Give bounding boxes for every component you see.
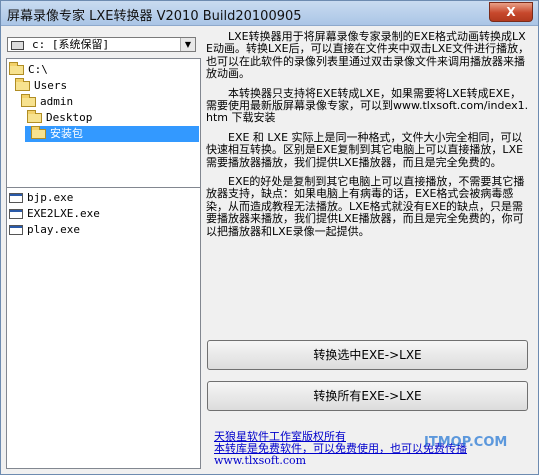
info-paragraph: EXE的好处是复制到其它电脑上可以直接播放，不需要其它播放器支持，缺点：如果电脑…	[206, 175, 525, 238]
drive-icon	[11, 41, 24, 50]
folder-tree[interactable]: C:\ Users admin Desktop 安装包	[6, 58, 201, 202]
tree-item-label: C:\	[28, 63, 48, 76]
folder-open-icon	[9, 62, 24, 75]
info-paragraph: EXE 和 LXE 实际上是同一种格式，文件大小完全相同，可以快速相互转换。区别…	[206, 130, 524, 169]
close-button[interactable]: X	[489, 2, 533, 22]
folder-open-icon	[27, 110, 42, 123]
client-area: c: [系统保留] ▼ C:\ Users admin Desktop 安装包 …	[2, 26, 537, 474]
exe-file-icon	[9, 225, 23, 235]
tree-item-users[interactable]: Users	[15, 78, 67, 94]
tree-item-label: 安装包	[50, 127, 83, 140]
info-paragraph: LXE转换器用于将屏幕录像专家录制的EXE格式动画转换成LXE动画。转换LXE后…	[206, 30, 530, 81]
file-list[interactable]: bjp.exe EXE2LXE.exe play.exe	[6, 187, 201, 469]
folder-open-icon	[21, 94, 36, 107]
folder-open-icon	[31, 126, 46, 139]
convert-all-button[interactable]: 转换所有EXE->LXE	[207, 381, 528, 411]
chevron-down-icon[interactable]: ▼	[180, 38, 195, 51]
app-window: 屏幕录像专家 LXE转换器 V2010 Build20100905 X c: […	[0, 0, 539, 475]
list-item[interactable]: EXE2LXE.exe	[9, 206, 100, 222]
window-title: 屏幕录像专家 LXE转换器 V2010 Build20100905	[7, 9, 302, 24]
drive-select-value: c: [系统保留]	[32, 38, 110, 51]
watermark-logo: ITMOP.COM	[424, 435, 508, 450]
list-item[interactable]: play.exe	[9, 222, 80, 238]
convert-selected-button[interactable]: 转换选中EXE->LXE	[207, 340, 528, 370]
website-link[interactable]: www.tlxsoft.com	[214, 455, 532, 467]
tree-item-desktop[interactable]: Desktop	[27, 110, 92, 126]
tree-item-admin[interactable]: admin	[21, 94, 73, 110]
tree-item-root[interactable]: C:\	[9, 62, 48, 78]
tree-item-label: Users	[34, 79, 68, 92]
folder-open-icon	[15, 78, 30, 91]
exe-file-icon	[9, 209, 23, 219]
drive-select[interactable]: c: [系统保留] ▼	[7, 37, 196, 52]
tree-item-label: Desktop	[46, 111, 93, 124]
title-bar[interactable]: 屏幕录像专家 LXE转换器 V2010 Build20100905 X	[1, 1, 538, 26]
file-name: bjp.exe	[27, 191, 74, 204]
tree-item-label: admin	[40, 95, 74, 108]
tree-item-selected-folder[interactable]: 安装包	[25, 126, 199, 142]
exe-file-icon	[9, 193, 23, 203]
file-name: play.exe	[27, 223, 80, 236]
info-paragraph: 本转换器只支持将EXE转成LXE，如果需要将LXE转成EXE，需要使用最新版屏幕…	[206, 86, 529, 125]
info-text: LXE转换器用于将屏幕录像专家录制的EXE格式动画转换成LXE动画。转换LXE后…	[206, 30, 530, 245]
list-item[interactable]: bjp.exe	[9, 190, 73, 206]
file-name: EXE2LXE.exe	[27, 207, 100, 220]
